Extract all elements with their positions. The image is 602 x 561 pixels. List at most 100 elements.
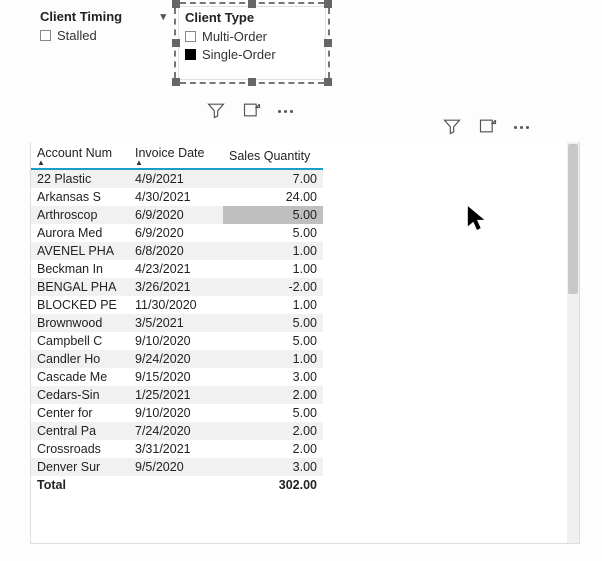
cell-invoice-date: 6/8/2020 <box>129 242 223 260</box>
slicer-item-label: Single-Order <box>202 47 276 62</box>
cell-sales-quantity: 5.00 <box>223 314 323 332</box>
column-header-label: Invoice Date <box>135 146 204 160</box>
table-row[interactable]: Cascade Me9/15/20203.00 <box>31 368 323 386</box>
cell-invoice-date: 11/30/2020 <box>129 296 223 314</box>
cell-account: Arthroscop <box>31 206 129 224</box>
checkbox-icon[interactable] <box>40 30 51 41</box>
cell-sales-quantity: 3.00 <box>223 368 323 386</box>
total-label: Total <box>31 476 129 494</box>
table-row[interactable]: Cedars-Sin1/25/20212.00 <box>31 386 323 404</box>
cell-invoice-date: 9/24/2020 <box>129 350 223 368</box>
cell-sales-quantity: 1.00 <box>223 260 323 278</box>
checkbox-icon[interactable] <box>185 31 196 42</box>
cell-sales-quantity: 1.00 <box>223 242 323 260</box>
slicer-title-text: Client Timing <box>40 9 122 24</box>
cell-invoice-date: 7/24/2020 <box>129 422 223 440</box>
cell-invoice-date: 9/10/2020 <box>129 404 223 422</box>
table-row[interactable]: Campbell C9/10/20205.00 <box>31 332 323 350</box>
table-row[interactable]: 22 Plastic4/9/20217.00 <box>31 169 323 188</box>
cell-sales-quantity: 1.00 <box>223 350 323 368</box>
cell-invoice-date: 4/9/2021 <box>129 169 223 188</box>
column-header-sales-quantity[interactable]: Sales Quantity <box>223 142 323 169</box>
slicer-item-stalled[interactable]: Stalled <box>40 26 166 44</box>
slicer-item-multi-order[interactable]: Multi-Order <box>185 27 319 45</box>
table-row[interactable]: Candler Ho9/24/20201.00 <box>31 350 323 368</box>
slicer-client-timing[interactable]: Client Timing ▾ Stalled <box>34 6 172 44</box>
cell-account: Central Pa <box>31 422 129 440</box>
visual-actions-table <box>442 116 529 139</box>
filter-icon[interactable] <box>206 100 226 123</box>
cell-invoice-date: 3/26/2021 <box>129 278 223 296</box>
focus-mode-icon[interactable] <box>478 116 498 139</box>
table-row[interactable]: Denver Sur9/5/20203.00 <box>31 458 323 476</box>
table-row[interactable]: Arkansas S4/30/202124.00 <box>31 188 323 206</box>
cell-account: Center for <box>31 404 129 422</box>
cell-invoice-date: 4/30/2021 <box>129 188 223 206</box>
cell-sales-quantity: 2.00 <box>223 440 323 458</box>
scrollbar-thumb[interactable] <box>568 144 578 294</box>
cell-account: 22 Plastic <box>31 169 129 188</box>
data-table: Account Num ▲ Invoice Date ▲ Sales Quant… <box>31 142 323 494</box>
cell-invoice-date: 3/5/2021 <box>129 314 223 332</box>
table-row[interactable]: Crossroads3/31/20212.00 <box>31 440 323 458</box>
slicer-title: Client Timing ▾ <box>40 8 166 26</box>
cell-sales-quantity: 2.00 <box>223 422 323 440</box>
table-header-row: Account Num ▲ Invoice Date ▲ Sales Quant… <box>31 142 323 169</box>
cell-sales-quantity: 2.00 <box>223 386 323 404</box>
cell-account: Cedars-Sin <box>31 386 129 404</box>
cell-sales-quantity: 3.00 <box>223 458 323 476</box>
cell-sales-quantity: 1.00 <box>223 296 323 314</box>
filter-icon[interactable] <box>442 116 462 139</box>
sort-asc-icon: ▲ <box>37 160 123 166</box>
table-row[interactable]: Beckman In4/23/20211.00 <box>31 260 323 278</box>
table-row[interactable]: Arthroscop6/9/20205.00 <box>31 206 323 224</box>
cell-invoice-date: 3/31/2021 <box>129 440 223 458</box>
table-row[interactable]: BENGAL PHA3/26/2021-2.00 <box>31 278 323 296</box>
focus-mode-icon[interactable] <box>242 100 262 123</box>
more-options-icon[interactable] <box>278 110 293 113</box>
chevron-down-icon[interactable]: ▾ <box>160 10 166 23</box>
table-row[interactable]: AVENEL PHA6/8/20201.00 <box>31 242 323 260</box>
slicer-client-type[interactable]: Client Type Multi-Order Single-Order <box>178 6 326 80</box>
column-header-label: Sales Quantity <box>229 149 310 163</box>
cell-account: AVENEL PHA <box>31 242 129 260</box>
cell-account: Aurora Med <box>31 224 129 242</box>
column-header-invoice-date[interactable]: Invoice Date ▲ <box>129 142 223 169</box>
cell-invoice-date: 9/10/2020 <box>129 332 223 350</box>
table-row[interactable]: Central Pa7/24/20202.00 <box>31 422 323 440</box>
cell-invoice-date: 9/15/2020 <box>129 368 223 386</box>
table-row[interactable]: Brownwood3/5/20215.00 <box>31 314 323 332</box>
cell-account: Cascade Me <box>31 368 129 386</box>
sort-asc-icon: ▲ <box>135 160 217 166</box>
slicer-title-text: Client Type <box>185 10 254 25</box>
checkbox-icon[interactable] <box>185 49 196 60</box>
table-row[interactable]: Aurora Med6/9/20205.00 <box>31 224 323 242</box>
column-header-account[interactable]: Account Num ▲ <box>31 142 129 169</box>
table-row[interactable]: Center for9/10/20205.00 <box>31 404 323 422</box>
slicer-item-single-order[interactable]: Single-Order <box>185 45 319 63</box>
cell-account: Beckman In <box>31 260 129 278</box>
cell-account: BLOCKED PE <box>31 296 129 314</box>
table-total-row: Total 302.00 <box>31 476 323 494</box>
slicer-item-label: Stalled <box>57 28 97 43</box>
cell-account: Arkansas S <box>31 188 129 206</box>
report-canvas: Client Timing ▾ Stalled Client Type Mult… <box>0 0 602 561</box>
cell-invoice-date: 6/9/2020 <box>129 206 223 224</box>
table-row[interactable]: BLOCKED PE11/30/20201.00 <box>31 296 323 314</box>
more-options-icon[interactable] <box>514 126 529 129</box>
cell-sales-quantity: -2.00 <box>223 278 323 296</box>
column-header-label: Account Num <box>37 146 112 160</box>
vertical-scrollbar[interactable] <box>567 142 579 543</box>
cell-sales-quantity: 5.00 <box>223 206 323 224</box>
table-visual[interactable]: Account Num ▲ Invoice Date ▲ Sales Quant… <box>30 142 580 544</box>
cell-invoice-date: 9/5/2020 <box>129 458 223 476</box>
cell-account: Crossroads <box>31 440 129 458</box>
cell-sales-quantity: 5.00 <box>223 404 323 422</box>
cell-sales-quantity: 5.00 <box>223 332 323 350</box>
table-body: 22 Plastic4/9/20217.00Arkansas S4/30/202… <box>31 169 323 476</box>
cell-sales-quantity: 5.00 <box>223 224 323 242</box>
cell-account: Denver Sur <box>31 458 129 476</box>
cell-account: Candler Ho <box>31 350 129 368</box>
cell-invoice-date: 4/23/2021 <box>129 260 223 278</box>
cell-sales-quantity: 24.00 <box>223 188 323 206</box>
